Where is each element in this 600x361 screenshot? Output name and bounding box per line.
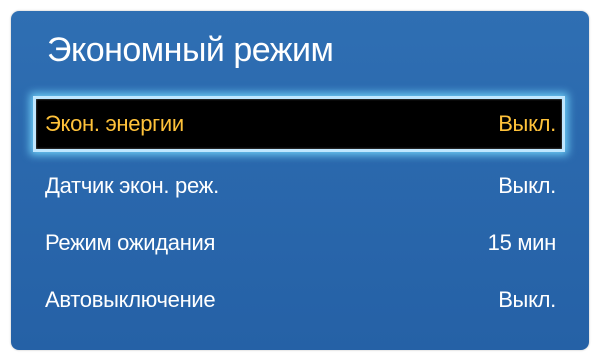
menu-item-label: Автовыключение (45, 287, 216, 312)
menu-item-eco-sensor[interactable]: Датчик экон. реж. Выкл. (33, 158, 565, 214)
menu-item-value: Выкл. (498, 287, 556, 312)
menu-item-label: Датчик экон. реж. (45, 173, 219, 198)
menu-item-auto-power-off[interactable]: Автовыключение Выкл. (33, 272, 565, 328)
menu-item-value: Выкл. (498, 173, 556, 198)
menu-item-label: Режим ожидания (45, 230, 216, 255)
menu-item-standby-mode[interactable]: Режим ожидания 15 мин (33, 215, 565, 271)
menu-item-value: 15 мин (487, 230, 557, 255)
menu-item-energy-saving[interactable]: Экон. энергии Выкл. (33, 96, 565, 152)
menu-item-label: Экон. энергии (45, 111, 184, 136)
menu-title: Экономный режим (47, 31, 334, 69)
eco-mode-menu-panel: Экономный режим Экон. энергии Выкл. Датч… (11, 11, 589, 350)
menu-item-value: Выкл. (498, 111, 556, 136)
